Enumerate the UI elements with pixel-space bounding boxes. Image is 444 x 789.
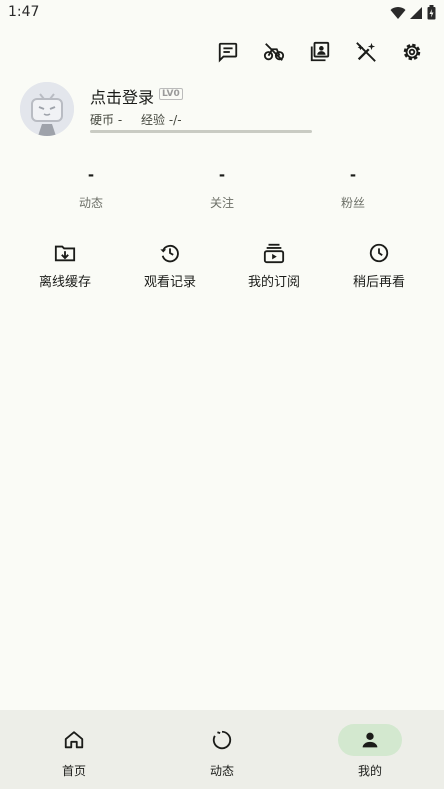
shortcut-history[interactable]: 观看记录 <box>120 242 220 290</box>
experience-count: 经验 -/- <box>141 113 182 127</box>
nav-item-home[interactable]: 首页 <box>34 724 114 779</box>
shortcut-label: 观看记录 <box>143 275 196 290</box>
stat-value: - <box>218 166 226 184</box>
subscriptions-icon <box>263 243 285 264</box>
shortcut-label: 稍后再看 <box>352 275 405 290</box>
avatar[interactable] <box>20 82 74 136</box>
home-icon <box>64 731 84 749</box>
level-badge: LV0 <box>159 88 183 100</box>
no-bike-icon <box>263 43 285 61</box>
shortcut-label: 离线缓存 <box>38 275 91 290</box>
stat-value: - <box>349 166 357 184</box>
shortcut-label: 我的订阅 <box>247 275 300 290</box>
login-button[interactable]: 点击登录 <box>90 84 154 108</box>
shortcut-watch-later[interactable]: 稍后再看 <box>329 242 429 290</box>
history-icon <box>160 244 179 263</box>
nav-item-mine[interactable]: 我的 <box>330 724 410 779</box>
stat-value: - <box>87 166 95 184</box>
signal-icon <box>410 6 422 19</box>
settings-button[interactable] <box>400 40 424 64</box>
nav-item-dynamic[interactable]: 动态 <box>182 724 262 779</box>
nav-label: 首页 <box>61 764 86 778</box>
shortcut-offline-cache[interactable]: 离线缓存 <box>15 242 115 290</box>
contacts-button[interactable] <box>308 40 332 64</box>
nav-pill <box>42 724 106 756</box>
shortcut-subscriptions[interactable]: 我的订阅 <box>224 242 324 290</box>
stat-following[interactable]: - 关注 <box>182 166 262 211</box>
watch-later-icon <box>369 243 389 263</box>
bottom-navigation: 首页 动态 我的 <box>0 710 444 789</box>
wifi-icon <box>390 6 406 19</box>
stat-dynamic[interactable]: - 动态 <box>51 166 131 211</box>
nav-pill-active <box>338 724 402 756</box>
contacts-icon <box>310 41 330 62</box>
status-time: 1:47 <box>8 4 40 20</box>
dynamic-icon <box>212 730 232 750</box>
stat-label: 粉丝 <box>340 196 365 210</box>
magic-off-icon <box>356 42 376 62</box>
experience-progress-bar <box>90 130 312 133</box>
messages-button[interactable] <box>216 40 240 64</box>
nav-label: 我的 <box>357 764 382 778</box>
status-icons <box>390 5 436 20</box>
person-icon <box>362 732 378 748</box>
battery-icon <box>427 5 436 20</box>
top-action-bar <box>216 40 424 64</box>
stat-fans[interactable]: - 粉丝 <box>313 166 393 211</box>
chat-icon <box>218 42 238 63</box>
status-bar: 1:47 <box>0 0 444 26</box>
theme-button[interactable] <box>354 40 378 64</box>
coin-count: 硬币 - <box>90 113 123 127</box>
stat-label: 动态 <box>78 196 103 210</box>
stat-label: 关注 <box>209 196 234 210</box>
tv-mascot-icon <box>20 82 74 136</box>
nav-pill <box>190 724 254 756</box>
no-bike-button[interactable] <box>262 40 286 64</box>
folder-download-icon <box>54 245 76 262</box>
nav-label: 动态 <box>209 764 234 778</box>
settings-icon <box>403 43 421 61</box>
